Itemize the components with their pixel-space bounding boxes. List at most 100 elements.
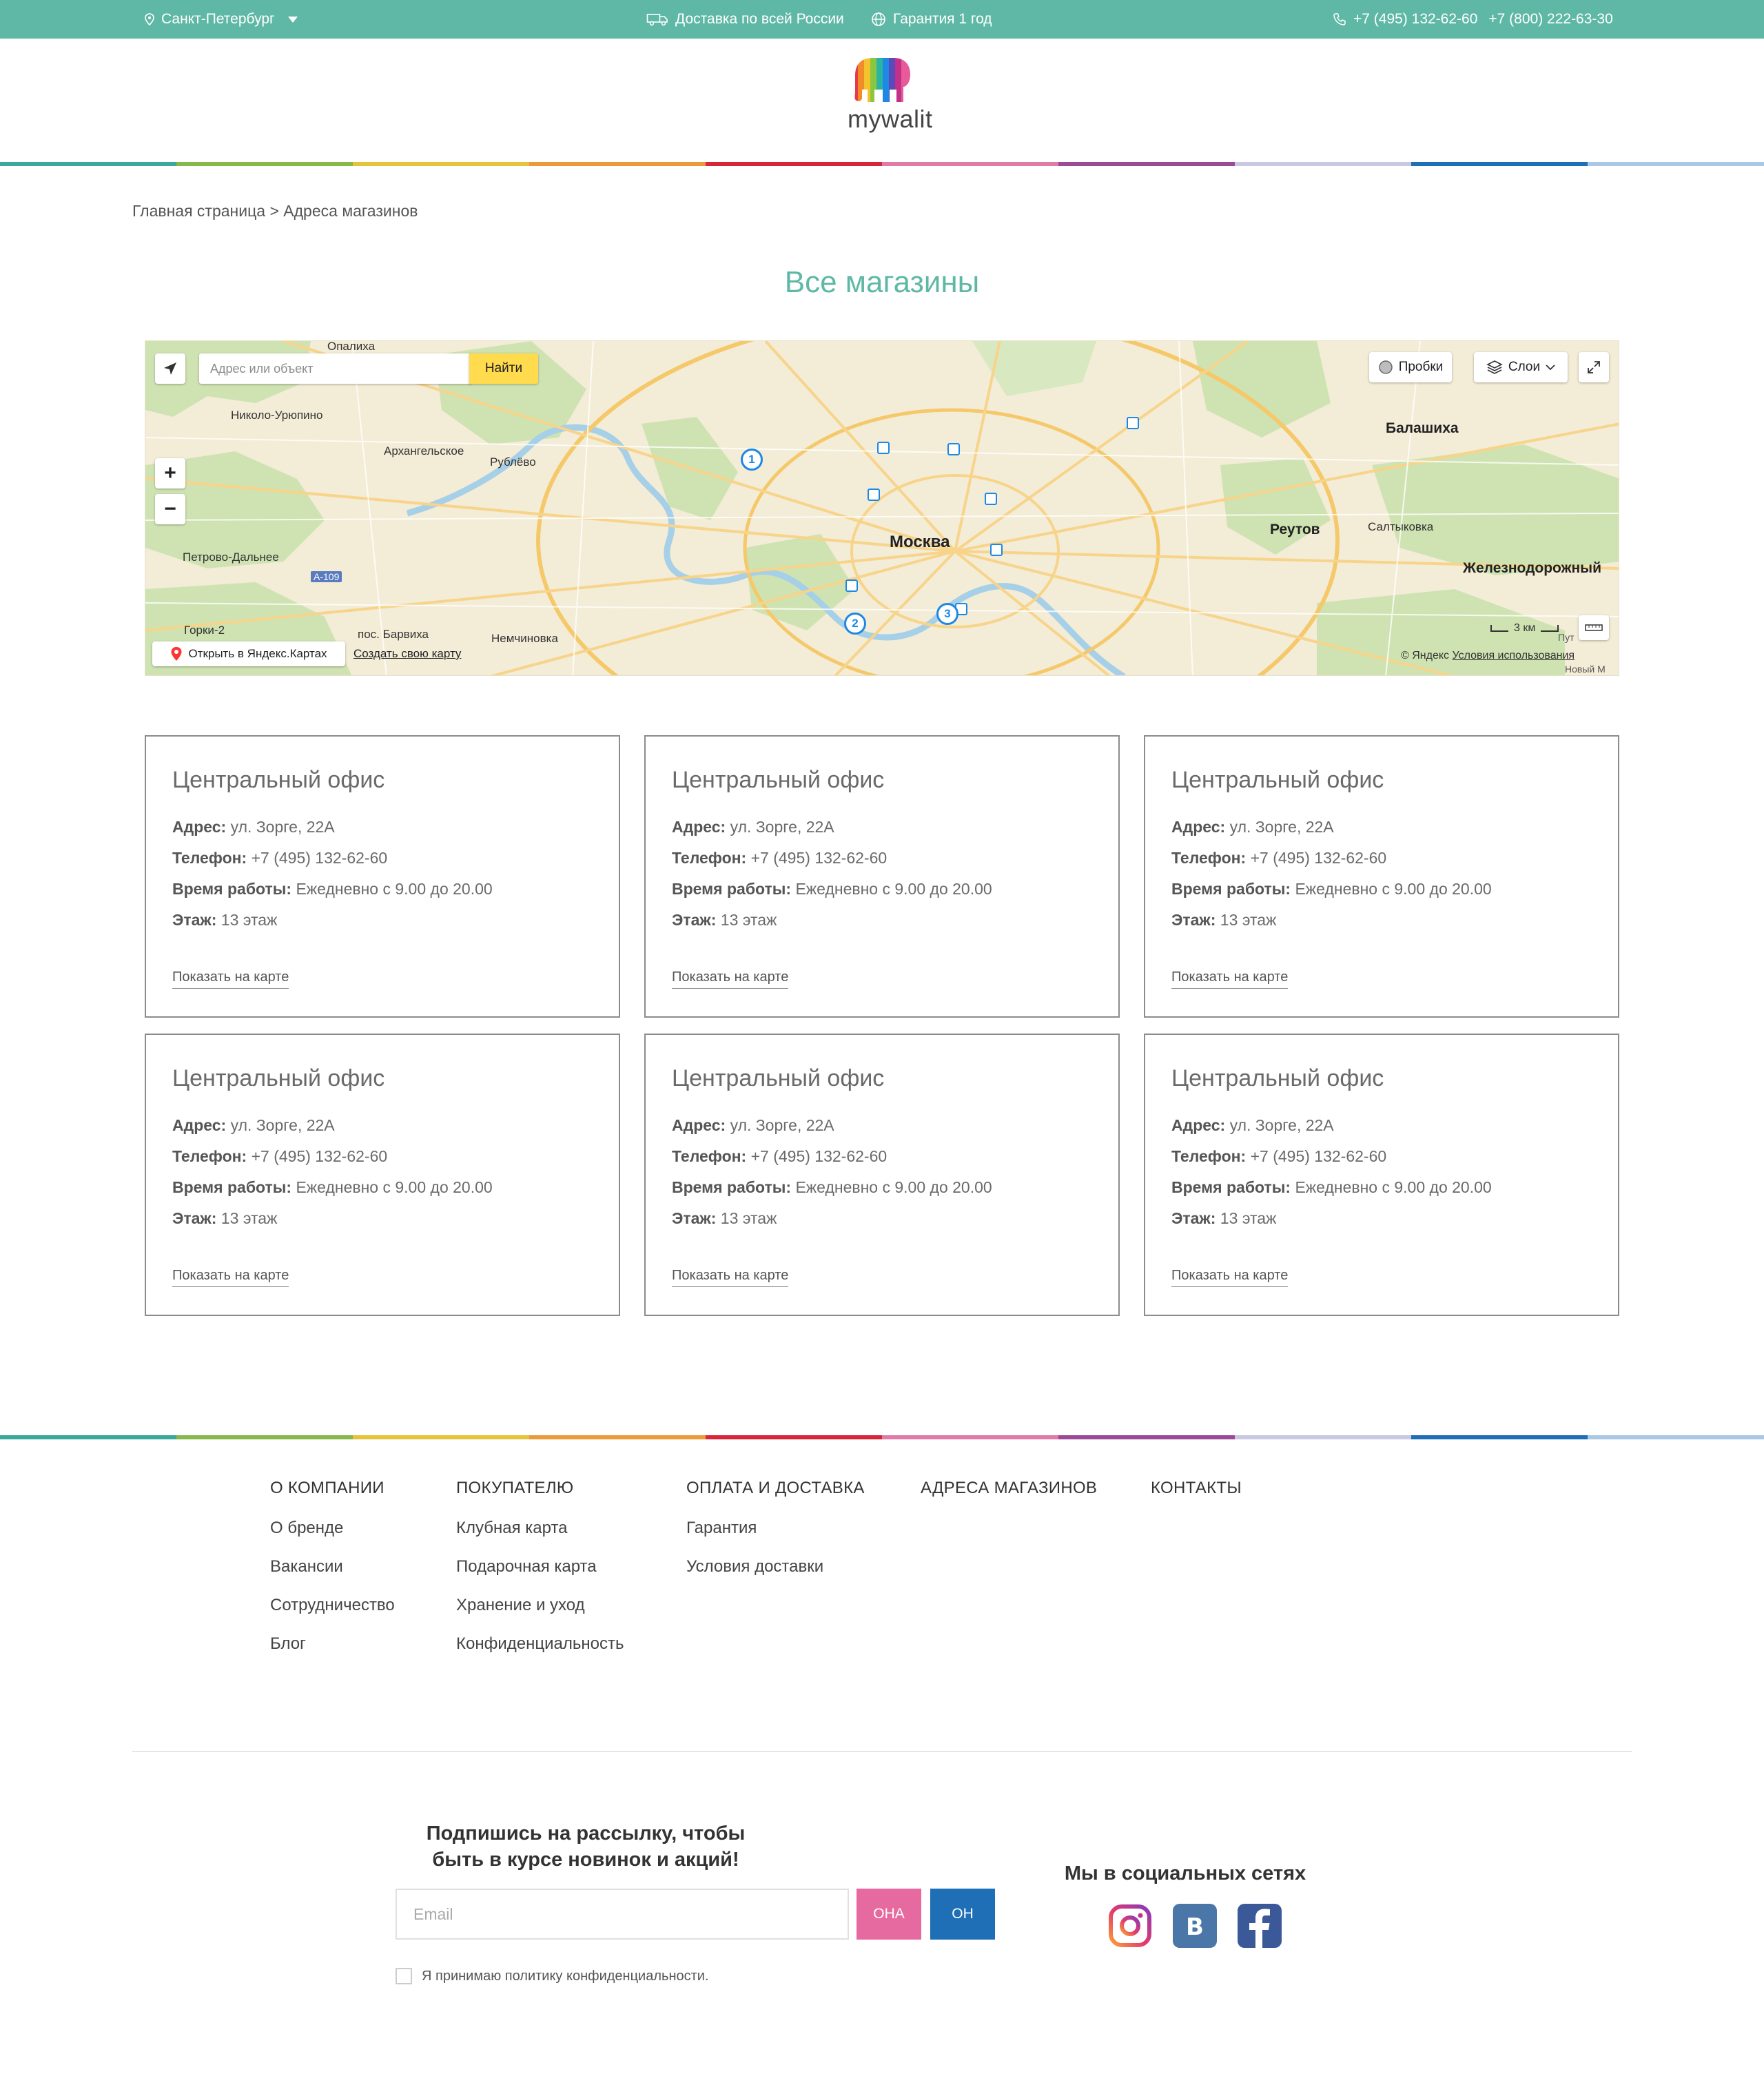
- hours-value: Ежедневно с 9.00 до 20.00: [1295, 1178, 1492, 1196]
- map-pin-icon: [171, 647, 182, 661]
- footer-link[interactable]: Блог: [270, 1634, 306, 1654]
- vk-link[interactable]: B: [1173, 1904, 1217, 1948]
- address-value: ул. Зорге, 22А: [730, 1116, 834, 1134]
- store-pin[interactable]: 3: [936, 603, 958, 625]
- facebook-link[interactable]: [1238, 1904, 1282, 1948]
- fullscreen-button[interactable]: [1579, 352, 1609, 382]
- zoom-in-button[interactable]: +: [155, 458, 185, 489]
- elephant-logo-icon: [854, 58, 910, 102]
- floor-label: Этаж:: [672, 911, 717, 929]
- instagram-link[interactable]: [1108, 1904, 1152, 1948]
- map-label-gorki2: Горки-2: [184, 624, 225, 637]
- store-phone: Телефон: +7 (495) 132-62-60: [672, 849, 887, 867]
- phone-value[interactable]: +7 (495) 132-62-60: [1251, 1147, 1387, 1165]
- breadcrumb-home[interactable]: Главная страница: [132, 202, 265, 220]
- metro-marker: [868, 489, 880, 501]
- show-on-map-link[interactable]: Показать на карте: [1171, 969, 1289, 989]
- phone-1[interactable]: +7 (495) 132-62-60: [1353, 11, 1477, 28]
- stores-map[interactable]: Москва Балашиха Реутов Железнодорожный С…: [145, 340, 1619, 676]
- footer-link[interactable]: Подарочная карта: [456, 1557, 597, 1576]
- hours-label: Время работы:: [1171, 880, 1291, 898]
- address-value: ул. Зорге, 22А: [230, 818, 335, 836]
- store-pin[interactable]: 2: [844, 613, 866, 635]
- traffic-label: Пробки: [1398, 360, 1444, 374]
- footer-link[interactable]: Конфиденциальность: [456, 1634, 624, 1654]
- create-map-link[interactable]: Создать свою карту: [353, 647, 461, 661]
- store-title: Центральный офис: [172, 1065, 385, 1091]
- footer-link[interactable]: Сотрудничество: [270, 1596, 395, 1615]
- city-selector[interactable]: Санкт-Петербург: [145, 0, 298, 39]
- map-search-input[interactable]: [199, 353, 469, 384]
- phone-value[interactable]: +7 (495) 132-62-60: [252, 849, 388, 867]
- floor-value: 13 этаж: [720, 911, 777, 929]
- floor-label: Этаж:: [1171, 911, 1216, 929]
- address-value: ул. Зорге, 22А: [1229, 1116, 1334, 1134]
- map-label-novy: Новый М: [1565, 664, 1606, 675]
- ruler-button[interactable]: [1579, 615, 1609, 640]
- geolocation-arrow-icon: [164, 362, 176, 375]
- phone-value[interactable]: +7 (495) 132-62-60: [751, 849, 888, 867]
- store-phone: Телефон: +7 (495) 132-62-60: [172, 1147, 387, 1166]
- store-phone: Телефон: +7 (495) 132-62-60: [172, 849, 387, 867]
- floor-label: Этаж:: [672, 1209, 717, 1227]
- store-phone: Телефон: +7 (495) 132-62-60: [1171, 1147, 1386, 1166]
- footer-link[interactable]: Хранение и уход: [456, 1596, 585, 1615]
- store-title: Центральный офис: [172, 767, 385, 793]
- phone-label: Телефон:: [1171, 1147, 1247, 1165]
- truck-icon: [646, 14, 668, 26]
- map-label-opalikha: Опалиха: [327, 340, 376, 353]
- footer-heading[interactable]: ПОКУПАТЕЛЮ: [456, 1479, 573, 1498]
- store-hours: Время работы: Ежедневно с 9.00 до 20.00: [172, 880, 493, 898]
- subscribe-title: Подпишись на рассылку, чтобы быть в курс…: [386, 1820, 786, 1873]
- map-terms-link[interactable]: Условия использования: [1453, 650, 1575, 661]
- footer-heading[interactable]: АДРЕСА МАГАЗИНОВ: [921, 1479, 1097, 1498]
- logo[interactable]: mywalit: [848, 55, 932, 138]
- map-find-button[interactable]: Найти: [469, 353, 538, 384]
- phone-2[interactable]: +7 (800) 222-63-30: [1488, 11, 1612, 28]
- footer-link[interactable]: Условия доставки: [686, 1557, 823, 1576]
- footer-column-contacts: КОНТАКТЫ: [1151, 1479, 1242, 1498]
- footer-heading[interactable]: О КОМПАНИИ: [270, 1479, 384, 1498]
- store-floor: Этаж: 13 этаж: [1171, 1209, 1276, 1228]
- floor-value: 13 этаж: [1220, 911, 1277, 929]
- zoom-out-button[interactable]: −: [155, 494, 185, 524]
- address-label: Адрес:: [1171, 1116, 1226, 1134]
- show-on-map-link[interactable]: Показать на карте: [172, 969, 289, 989]
- store-pin[interactable]: 1: [741, 449, 763, 471]
- subscribe-he-button[interactable]: ОН: [930, 1889, 995, 1940]
- footer-link[interactable]: О бренде: [270, 1519, 343, 1538]
- map-label-reutov: Реутов: [1270, 522, 1320, 537]
- email-input[interactable]: [396, 1889, 849, 1940]
- store-title: Центральный офис: [1171, 767, 1384, 793]
- hours-value: Ежедневно с 9.00 до 20.00: [795, 1178, 992, 1196]
- show-on-map-link[interactable]: Показать на карте: [672, 969, 789, 989]
- footer-heading[interactable]: ОПЛАТА И ДОСТАВКА: [686, 1479, 865, 1498]
- traffic-button[interactable]: Пробки: [1369, 352, 1452, 382]
- map-background: [145, 341, 1619, 675]
- subscribe-she-button[interactable]: ОНА: [857, 1889, 921, 1940]
- show-on-map-link[interactable]: Показать на карте: [1171, 1268, 1289, 1287]
- phone-value[interactable]: +7 (495) 132-62-60: [1251, 849, 1387, 867]
- open-in-yandex-button[interactable]: Открыть в Яндекс.Картах: [152, 641, 345, 666]
- footer-link[interactable]: Клубная карта: [456, 1519, 568, 1538]
- store-card: Центральный офис Адрес: ул. Зорге, 22А Т…: [145, 1034, 620, 1316]
- traffic-icon: [1378, 360, 1393, 374]
- open-in-yandex-label: Открыть в Яндекс.Картах: [188, 647, 327, 660]
- show-on-map-link[interactable]: Показать на карте: [172, 1268, 289, 1287]
- store-title: Центральный офис: [672, 767, 885, 793]
- hours-label: Время работы:: [672, 880, 792, 898]
- hours-value: Ежедневно с 9.00 до 20.00: [296, 880, 493, 898]
- phone-value[interactable]: +7 (495) 132-62-60: [252, 1147, 388, 1165]
- phone-label: Телефон:: [172, 1147, 247, 1165]
- map-scale: 3 км: [1490, 622, 1559, 635]
- address-label: Адрес:: [172, 1116, 227, 1134]
- privacy-checkbox[interactable]: [396, 1968, 412, 1984]
- top-bar: Санкт-Петербург Доставка по всей России …: [0, 0, 1764, 39]
- footer-heading[interactable]: КОНТАКТЫ: [1151, 1479, 1242, 1498]
- layers-button[interactable]: Слои: [1474, 352, 1568, 382]
- show-on-map-link[interactable]: Показать на карте: [672, 1268, 789, 1287]
- geolocation-button[interactable]: [155, 353, 185, 384]
- footer-link[interactable]: Вакансии: [270, 1557, 343, 1576]
- phone-value[interactable]: +7 (495) 132-62-60: [751, 1147, 888, 1165]
- footer-link[interactable]: Гарантия: [686, 1519, 757, 1538]
